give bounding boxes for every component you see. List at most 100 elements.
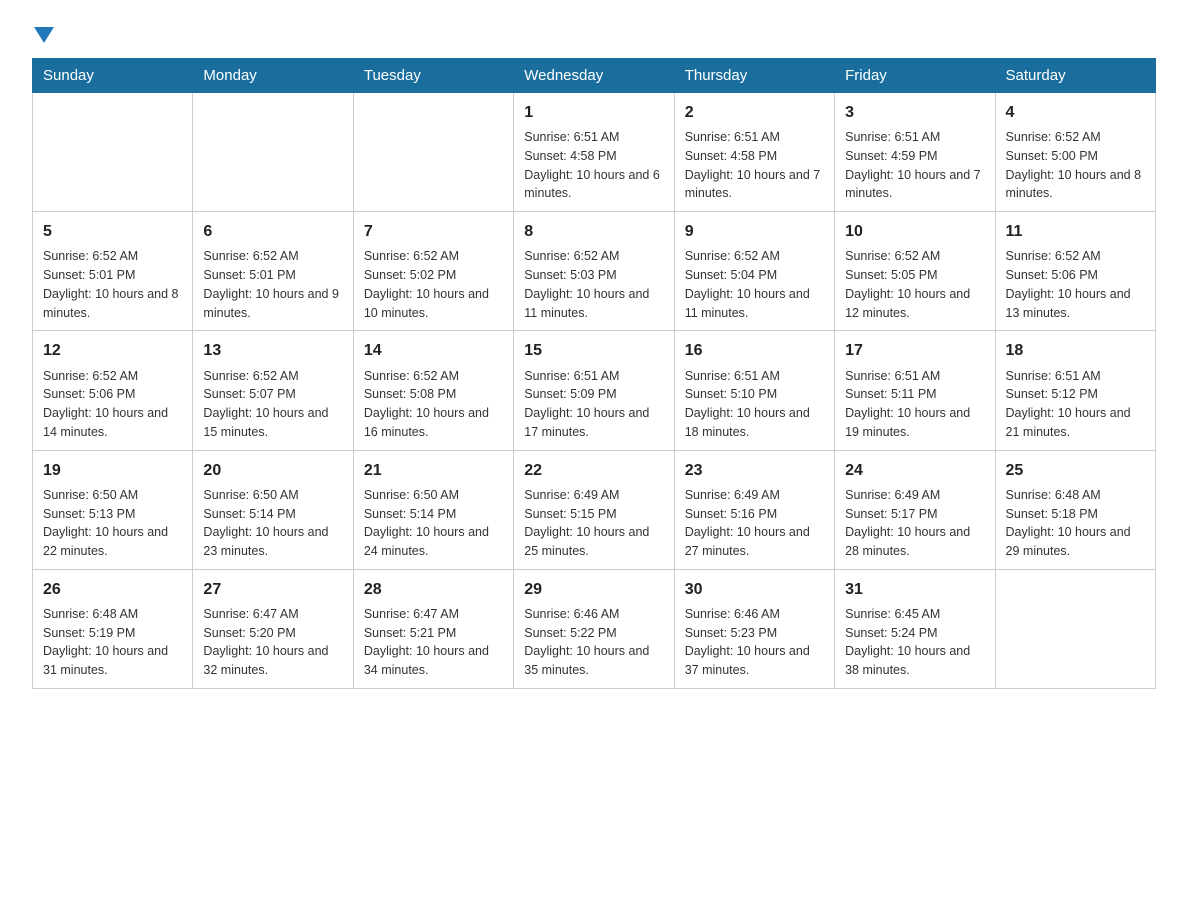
calendar-cell: 16 Sunrise: 6:51 AM Sunset: 5:10 PM Dayli… <box>674 331 834 450</box>
day-info: Sunrise: 6:52 AM Sunset: 5:01 PM Dayligh… <box>43 247 182 322</box>
calendar-cell: 17 Sunrise: 6:51 AM Sunset: 5:11 PM Dayli… <box>835 331 995 450</box>
day-info: Sunrise: 6:52 AM Sunset: 5:02 PM Dayligh… <box>364 247 503 322</box>
day-number: 25 <box>1006 459 1145 482</box>
calendar-cell: 7Sunrise: 6:52 AM Sunset: 5:02 PM Daylig… <box>353 212 513 331</box>
day-info: Sunrise: 6:50 AM Sunset: 5:14 PM Dayligh… <box>364 486 503 561</box>
logo <box>32 24 54 40</box>
header-cell-thursday: Thursday <box>674 59 834 93</box>
day-info: Sunrise: 6:51 AM Sunset: 5:09 PM Dayligh… <box>524 367 663 442</box>
day-info: Sunrise: 6:46 AM Sunset: 5:22 PM Dayligh… <box>524 605 663 680</box>
day-number: 23 <box>685 459 824 482</box>
header-cell-friday: Friday <box>835 59 995 93</box>
calendar-cell: 20Sunrise: 6:50 AM Sunset: 5:14 PM Dayli… <box>193 450 353 569</box>
day-number: 28 <box>364 578 503 601</box>
day-info: Sunrise: 6:45 AM Sunset: 5:24 PM Dayligh… <box>845 605 984 680</box>
day-number: 22 <box>524 459 663 482</box>
day-number: 19 <box>43 459 182 482</box>
calendar-week-4: 26Sunrise: 6:48 AM Sunset: 5:19 PM Dayli… <box>33 569 1156 688</box>
calendar-cell <box>353 93 513 212</box>
day-info: Sunrise: 6:52 AM Sunset: 5:03 PM Dayligh… <box>524 247 663 322</box>
day-number: 13 <box>203 339 342 362</box>
calendar-cell: 21 Sunrise: 6:50 AM Sunset: 5:14 PM Dayli… <box>353 450 513 569</box>
day-info: Sunrise: 6:52 AM Sunset: 5:06 PM Dayligh… <box>1006 247 1145 322</box>
day-number: 21 <box>364 459 503 482</box>
day-number: 12 <box>43 339 182 362</box>
calendar-cell <box>33 93 193 212</box>
calendar-cell: 1 Sunrise: 6:51 AM Sunset: 4:58 PM Daylig… <box>514 93 674 212</box>
calendar-cell: 14Sunrise: 6:52 AM Sunset: 5:08 PM Dayli… <box>353 331 513 450</box>
header-cell-monday: Monday <box>193 59 353 93</box>
day-info: Sunrise: 6:52 AM Sunset: 5:06 PM Dayligh… <box>43 367 182 442</box>
calendar-cell: 4 Sunrise: 6:52 AM Sunset: 5:00 PM Daylig… <box>995 93 1155 212</box>
calendar-cell: 18 Sunrise: 6:51 AM Sunset: 5:12 PM Dayli… <box>995 331 1155 450</box>
day-info: Sunrise: 6:51 AM Sunset: 4:58 PM Dayligh… <box>685 128 824 203</box>
calendar-cell: 25 Sunrise: 6:48 AM Sunset: 5:18 PM Dayli… <box>995 450 1155 569</box>
day-info: Sunrise: 6:47 AM Sunset: 5:20 PM Dayligh… <box>203 605 342 680</box>
header-cell-tuesday: Tuesday <box>353 59 513 93</box>
calendar-week-2: 12 Sunrise: 6:52 AM Sunset: 5:06 PM Dayli… <box>33 331 1156 450</box>
day-info: Sunrise: 6:52 AM Sunset: 5:04 PM Dayligh… <box>685 247 824 322</box>
calendar-cell: 28 Sunrise: 6:47 AM Sunset: 5:21 PM Dayli… <box>353 569 513 688</box>
day-number: 1 <box>524 101 663 124</box>
day-number: 31 <box>845 578 984 601</box>
day-number: 17 <box>845 339 984 362</box>
day-info: Sunrise: 6:52 AM Sunset: 5:08 PM Dayligh… <box>364 367 503 442</box>
day-number: 4 <box>1006 101 1145 124</box>
page-header <box>32 24 1156 40</box>
calendar-cell: 15Sunrise: 6:51 AM Sunset: 5:09 PM Dayli… <box>514 331 674 450</box>
day-info: Sunrise: 6:51 AM Sunset: 5:11 PM Dayligh… <box>845 367 984 442</box>
day-number: 2 <box>685 101 824 124</box>
day-info: Sunrise: 6:51 AM Sunset: 5:10 PM Dayligh… <box>685 367 824 442</box>
day-info: Sunrise: 6:52 AM Sunset: 5:01 PM Dayligh… <box>203 247 342 322</box>
calendar-header: SundayMondayTuesdayWednesdayThursdayFrid… <box>33 59 1156 93</box>
day-number: 16 <box>685 339 824 362</box>
calendar-cell: 24Sunrise: 6:49 AM Sunset: 5:17 PM Dayli… <box>835 450 995 569</box>
day-info: Sunrise: 6:52 AM Sunset: 5:00 PM Dayligh… <box>1006 128 1145 203</box>
day-number: 11 <box>1006 220 1145 243</box>
calendar-cell: 2 Sunrise: 6:51 AM Sunset: 4:58 PM Daylig… <box>674 93 834 212</box>
calendar-cell: 13 Sunrise: 6:52 AM Sunset: 5:07 PM Dayli… <box>193 331 353 450</box>
day-number: 18 <box>1006 339 1145 362</box>
day-info: Sunrise: 6:52 AM Sunset: 5:05 PM Dayligh… <box>845 247 984 322</box>
calendar-cell: 22 Sunrise: 6:49 AM Sunset: 5:15 PM Dayli… <box>514 450 674 569</box>
logo-triangle-icon <box>34 27 54 43</box>
day-info: Sunrise: 6:48 AM Sunset: 5:19 PM Dayligh… <box>43 605 182 680</box>
calendar-cell <box>995 569 1155 688</box>
calendar-cell: 19 Sunrise: 6:50 AM Sunset: 5:13 PM Dayli… <box>33 450 193 569</box>
calendar-cell: 6 Sunrise: 6:52 AM Sunset: 5:01 PM Daylig… <box>193 212 353 331</box>
calendar-cell: 11 Sunrise: 6:52 AM Sunset: 5:06 PM Dayli… <box>995 212 1155 331</box>
day-number: 10 <box>845 220 984 243</box>
calendar-cell: 26Sunrise: 6:48 AM Sunset: 5:19 PM Dayli… <box>33 569 193 688</box>
calendar-cell: 10 Sunrise: 6:52 AM Sunset: 5:05 PM Dayli… <box>835 212 995 331</box>
calendar-cell: 31 Sunrise: 6:45 AM Sunset: 5:24 PM Dayli… <box>835 569 995 688</box>
day-info: Sunrise: 6:51 AM Sunset: 5:12 PM Dayligh… <box>1006 367 1145 442</box>
calendar-cell: 27 Sunrise: 6:47 AM Sunset: 5:20 PM Dayli… <box>193 569 353 688</box>
day-info: Sunrise: 6:52 AM Sunset: 5:07 PM Dayligh… <box>203 367 342 442</box>
day-number: 20 <box>203 459 342 482</box>
day-info: Sunrise: 6:49 AM Sunset: 5:16 PM Dayligh… <box>685 486 824 561</box>
day-info: Sunrise: 6:49 AM Sunset: 5:15 PM Dayligh… <box>524 486 663 561</box>
calendar-body: 1 Sunrise: 6:51 AM Sunset: 4:58 PM Daylig… <box>33 93 1156 689</box>
day-info: Sunrise: 6:51 AM Sunset: 4:58 PM Dayligh… <box>524 128 663 203</box>
day-number: 9 <box>685 220 824 243</box>
calendar-week-3: 19 Sunrise: 6:50 AM Sunset: 5:13 PM Dayli… <box>33 450 1156 569</box>
calendar-cell: 5 Sunrise: 6:52 AM Sunset: 5:01 PM Daylig… <box>33 212 193 331</box>
header-cell-sunday: Sunday <box>33 59 193 93</box>
day-number: 5 <box>43 220 182 243</box>
day-number: 27 <box>203 578 342 601</box>
calendar-cell: 9 Sunrise: 6:52 AM Sunset: 5:04 PM Daylig… <box>674 212 834 331</box>
calendar-cell: 8Sunrise: 6:52 AM Sunset: 5:03 PM Daylig… <box>514 212 674 331</box>
calendar-cell: 12 Sunrise: 6:52 AM Sunset: 5:06 PM Dayli… <box>33 331 193 450</box>
day-number: 29 <box>524 578 663 601</box>
day-number: 6 <box>203 220 342 243</box>
day-info: Sunrise: 6:50 AM Sunset: 5:13 PM Dayligh… <box>43 486 182 561</box>
day-info: Sunrise: 6:47 AM Sunset: 5:21 PM Dayligh… <box>364 605 503 680</box>
header-cell-wednesday: Wednesday <box>514 59 674 93</box>
day-info: Sunrise: 6:48 AM Sunset: 5:18 PM Dayligh… <box>1006 486 1145 561</box>
calendar-cell: 23 Sunrise: 6:49 AM Sunset: 5:16 PM Dayli… <box>674 450 834 569</box>
calendar-cell: 29 Sunrise: 6:46 AM Sunset: 5:22 PM Dayli… <box>514 569 674 688</box>
calendar-week-1: 5 Sunrise: 6:52 AM Sunset: 5:01 PM Daylig… <box>33 212 1156 331</box>
day-number: 24 <box>845 459 984 482</box>
day-info: Sunrise: 6:46 AM Sunset: 5:23 PM Dayligh… <box>685 605 824 680</box>
day-info: Sunrise: 6:51 AM Sunset: 4:59 PM Dayligh… <box>845 128 984 203</box>
